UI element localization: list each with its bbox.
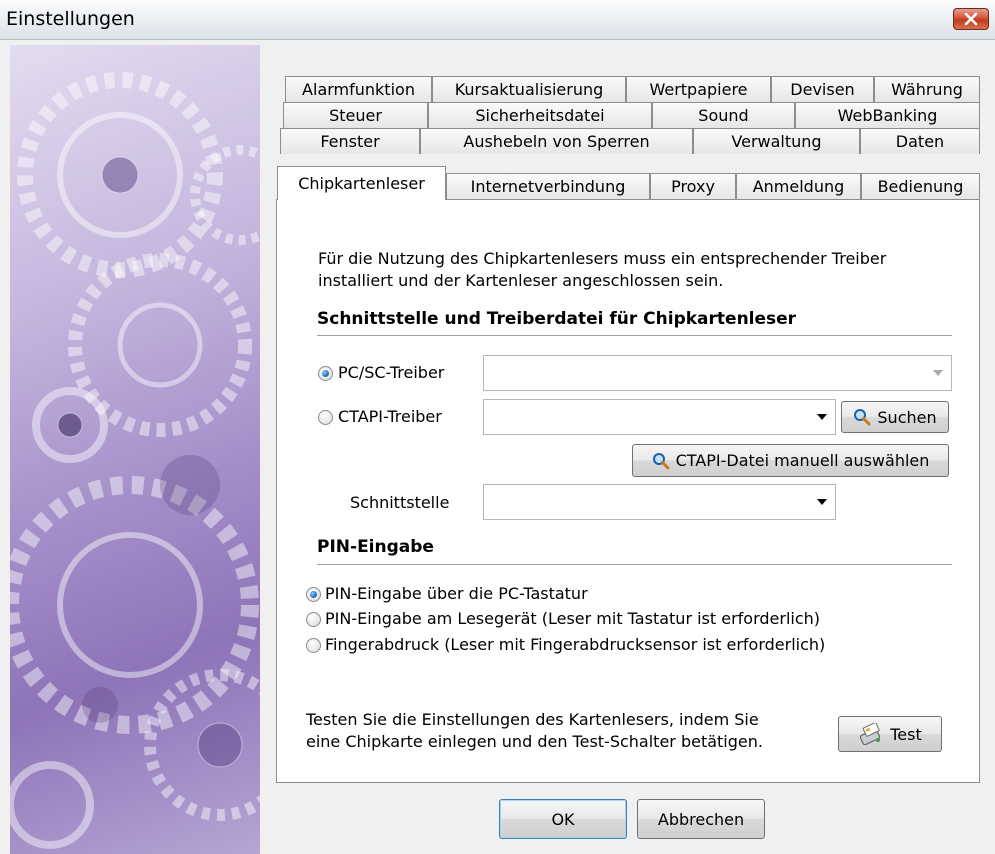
tab-chipkartenleser[interactable]: Chipkartenleser xyxy=(277,166,446,200)
tab-anmeldung[interactable]: Anmeldung xyxy=(736,173,861,199)
tab-kursaktualisierung[interactable]: Kursaktualisierung xyxy=(432,76,626,102)
ctapi-manual-select-label: CTAPI-Datei manuell auswählen xyxy=(675,451,930,470)
section-interface-separator xyxy=(317,335,952,336)
ok-button[interactable]: OK xyxy=(499,799,627,839)
pin-pc-keyboard-radio[interactable] xyxy=(306,587,321,602)
tab-devisen[interactable]: Devisen xyxy=(771,76,874,102)
pin-fingerprint-radio[interactable] xyxy=(306,638,321,653)
intro-text-line2: installiert und der Kartenleser angeschl… xyxy=(318,271,724,290)
ctapi-driver-select[interactable] xyxy=(483,399,836,435)
interface-select[interactable] xyxy=(483,484,836,520)
tab-verwaltung[interactable]: Verwaltung xyxy=(693,128,860,154)
chevron-down-icon xyxy=(817,499,827,505)
tab-bedienung[interactable]: Bedienung xyxy=(861,173,980,199)
pcsc-driver-select[interactable] xyxy=(483,355,952,391)
section-interface-title: Schnittstelle und Treiberdatei für Chipk… xyxy=(317,309,797,329)
tab-daten[interactable]: Daten xyxy=(860,128,980,154)
ok-button-label: OK xyxy=(551,809,575,829)
magnifier-icon xyxy=(652,452,670,469)
gears-illustration xyxy=(10,72,260,849)
close-button[interactable] xyxy=(953,8,989,30)
section-pin-separator xyxy=(317,564,952,565)
tab-waehrung[interactable]: Währung xyxy=(874,76,980,102)
tab-alarmfunktion[interactable]: Alarmfunktion xyxy=(285,76,432,102)
tab-aushebeln-von-sperren[interactable]: Aushebeln von Sperren xyxy=(420,128,693,154)
tab-sicherheitsdatei[interactable]: Sicherheitsdatei xyxy=(428,102,652,128)
tab-steuer[interactable]: Steuer xyxy=(283,102,428,128)
tab-internetverbindung[interactable]: Internetverbindung xyxy=(446,173,650,199)
tab-webbanking[interactable]: WebBanking xyxy=(795,102,980,128)
cancel-button[interactable]: Abbrechen xyxy=(637,799,765,839)
cancel-button-label: Abbrechen xyxy=(657,809,745,829)
search-button[interactable]: Suchen xyxy=(841,401,949,433)
section-pin-title: PIN-Eingabe xyxy=(317,537,434,557)
pin-fingerprint-label[interactable]: Fingerabdruck (Leser mit Fingerabdruckse… xyxy=(325,635,825,654)
close-icon xyxy=(964,12,978,26)
chevron-down-icon xyxy=(933,370,943,376)
tab-sound[interactable]: Sound xyxy=(652,102,795,128)
decorative-sidebar xyxy=(10,45,260,854)
pin-reader-keypad-label[interactable]: PIN-Eingabe am Lesegerät (Leser mit Tast… xyxy=(325,609,820,628)
tab-proxy[interactable]: Proxy xyxy=(650,173,736,199)
pcsc-radio[interactable] xyxy=(318,366,333,381)
tab-fenster[interactable]: Fenster xyxy=(280,128,420,154)
pin-reader-keypad-radio[interactable] xyxy=(306,612,321,627)
interface-label: Schnittstelle xyxy=(350,493,450,512)
title-bar: Einstellungen xyxy=(0,0,995,40)
test-button-label: Test xyxy=(890,724,922,744)
test-button[interactable]: Test xyxy=(838,716,942,752)
ctapi-radio[interactable] xyxy=(318,410,333,425)
tab-wertpapiere[interactable]: Wertpapiere xyxy=(626,76,771,102)
chevron-down-icon xyxy=(817,414,827,420)
intro-text-line1: Für die Nutzung des Chipkartenlesers mus… xyxy=(318,249,887,268)
magnifier-icon xyxy=(854,409,871,426)
test-hint-line2: eine Chipkarte einlegen und den Test-Sch… xyxy=(306,732,763,751)
ctapi-manual-select-button[interactable]: CTAPI-Datei manuell auswählen xyxy=(632,444,949,477)
window-title: Einstellungen xyxy=(6,8,135,30)
search-button-label: Suchen xyxy=(877,407,937,427)
test-hint-line1: Testen Sie die Einstellungen des Kartenl… xyxy=(306,710,759,729)
pin-pc-keyboard-label[interactable]: PIN-Eingabe über die PC-Tastatur xyxy=(325,584,588,603)
pcsc-label[interactable]: PC/SC-Treiber xyxy=(338,363,444,382)
ctapi-label[interactable]: CTAPI-Treiber xyxy=(338,407,442,426)
card-reader-icon xyxy=(860,723,881,745)
